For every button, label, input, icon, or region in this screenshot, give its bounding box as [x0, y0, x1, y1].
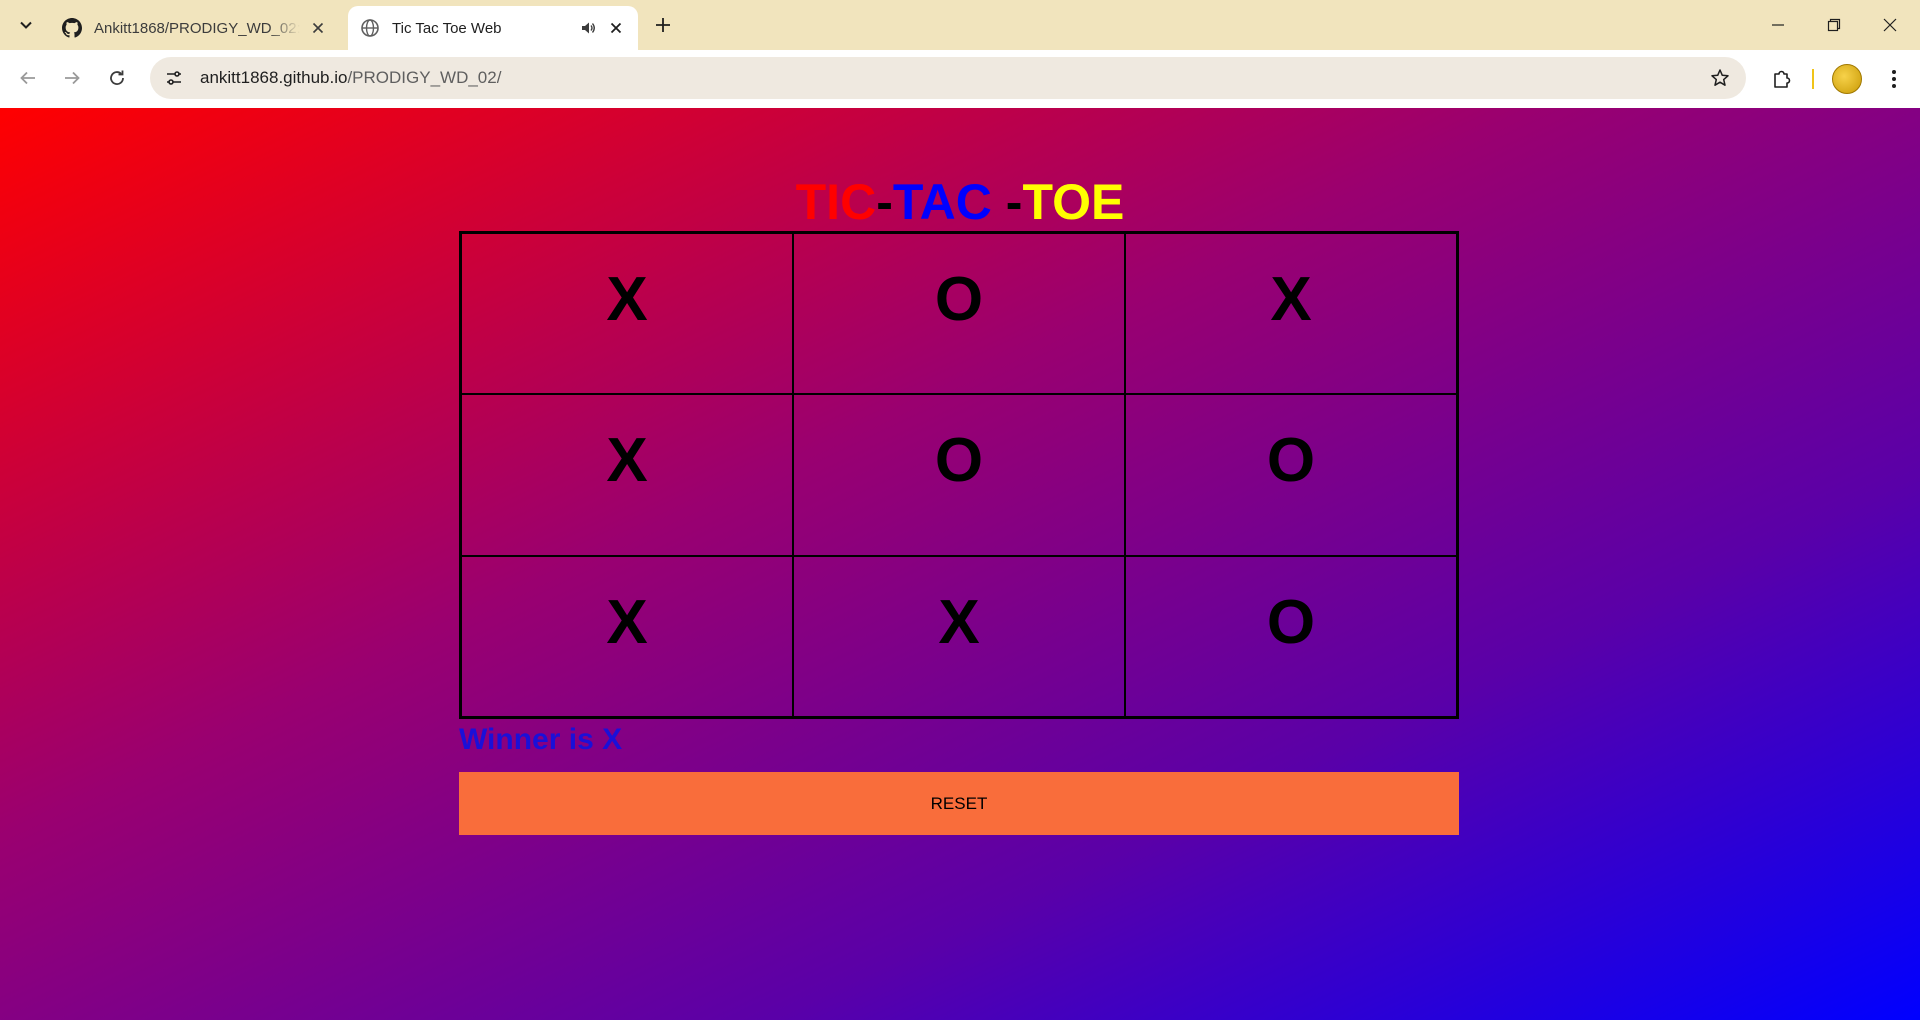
reload-button[interactable] [99, 60, 135, 96]
title-dash: - [876, 174, 893, 230]
arrow-left-icon [20, 71, 35, 85]
tab-tic-tac-toe[interactable]: Tic Tac Toe Web [348, 6, 638, 50]
address-bar[interactable]: ankitt1868.github.io/PRODIGY_WD_02/ [150, 57, 1746, 99]
url-path: /PRODIGY_WD_02/ [347, 68, 502, 87]
tab-github[interactable]: Ankitt1868/PRODIGY_WD_02: Tic Tac Toe [50, 6, 340, 50]
star-icon [1711, 69, 1729, 86]
board-cell[interactable]: O [793, 233, 1125, 395]
tab-close-button[interactable] [606, 18, 626, 38]
minimize-icon [1772, 24, 1784, 26]
new-tab-button[interactable] [650, 12, 676, 38]
board-cell[interactable]: X [793, 555, 1125, 717]
reset-button[interactable]: RESET [459, 772, 1459, 835]
game-board: X O X X O O X X O [459, 231, 1459, 719]
arrow-right-icon [65, 71, 80, 85]
browser-tab-strip: Ankitt1868/PRODIGY_WD_02: Tic Tac Toe Ti… [0, 0, 1920, 50]
close-icon [610, 22, 622, 34]
tab-title: Tic Tac Toe Web [392, 19, 502, 37]
tune-icon [167, 71, 181, 85]
title-tac: TAC [892, 174, 992, 230]
extensions-button[interactable] [1764, 61, 1800, 97]
more-vertical-icon [1892, 70, 1896, 88]
board-cell[interactable]: X [1125, 233, 1457, 395]
reload-icon [110, 70, 124, 85]
puzzle-icon [1774, 70, 1791, 88]
site-info-button[interactable] [156, 60, 192, 96]
speaker-icon [582, 22, 595, 34]
toolbar-divider [1812, 69, 1814, 89]
board-cell[interactable]: X [461, 394, 793, 556]
board-cell[interactable]: X [461, 555, 793, 717]
chevron-down-icon [20, 21, 32, 29]
url-host: ankitt1868.github.io [200, 68, 348, 87]
restore-button[interactable] [1806, 0, 1862, 50]
url-text: ankitt1868.github.io/PRODIGY_WD_02/ [200, 68, 501, 88]
profile-avatar[interactable] [1832, 64, 1862, 94]
board-cell[interactable]: O [793, 394, 1125, 556]
board-cell[interactable]: O [1125, 394, 1457, 556]
forward-button[interactable] [54, 60, 90, 96]
back-button[interactable] [10, 60, 46, 96]
close-window-button[interactable] [1862, 0, 1918, 50]
tab-title: Ankitt1868/PRODIGY_WD_02: Tic Tac Toe [94, 19, 300, 37]
mute-tab-button[interactable] [578, 18, 598, 38]
board-cell[interactable]: X [461, 233, 793, 395]
winner-message: Winner is X [459, 723, 623, 756]
tab-search-button[interactable] [10, 10, 42, 40]
close-icon [312, 22, 324, 34]
title-tic: TIC [795, 174, 877, 230]
close-icon [1883, 18, 1897, 32]
bookmark-button[interactable] [1708, 66, 1732, 90]
minimize-button[interactable] [1750, 0, 1806, 50]
plus-icon [656, 18, 670, 32]
restore-icon [1827, 18, 1841, 32]
tab-close-button[interactable] [308, 18, 328, 38]
page-title: TIC-TAC -TOE [0, 172, 1920, 232]
title-toe: TOE [1022, 174, 1125, 230]
browser-toolbar: ankitt1868.github.io/PRODIGY_WD_02/ [0, 50, 1920, 108]
page-viewport: TIC-TAC -TOE X O X X O O X X O Winner is… [0, 108, 1920, 1020]
browser-menu-button[interactable] [1876, 61, 1912, 97]
globe-icon [361, 19, 379, 37]
board-cell[interactable]: O [1125, 555, 1457, 717]
title-dash: - [991, 174, 1023, 230]
github-icon [62, 18, 82, 38]
